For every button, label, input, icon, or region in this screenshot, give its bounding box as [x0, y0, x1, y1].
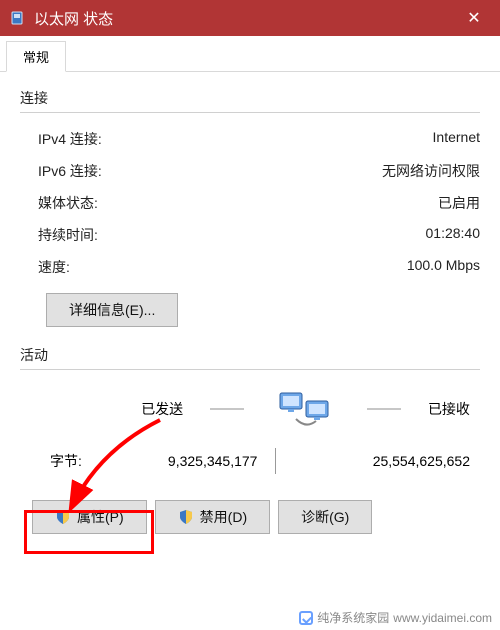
properties-button-label: 属性(P)	[77, 507, 124, 527]
divider	[275, 448, 276, 474]
titlebar: 以太网 状态 ✕	[0, 0, 500, 36]
duration-label: 持续时间:	[38, 225, 98, 245]
row-ipv6: IPv6 连接: 无网络访问权限	[20, 155, 480, 187]
speed-label: 速度:	[38, 257, 70, 277]
disable-button[interactable]: 禁用(D)	[155, 500, 270, 534]
close-icon: ✕	[467, 8, 480, 28]
sent-label: 已发送	[141, 399, 183, 419]
row-speed: 速度: 100.0 Mbps	[20, 251, 480, 283]
ipv6-label: IPv6 连接:	[38, 161, 102, 181]
properties-button[interactable]: 属性(P)	[32, 500, 147, 534]
activity-section-title: 活动	[20, 345, 480, 365]
disable-button-label: 禁用(D)	[200, 507, 247, 527]
ethernet-icon	[8, 9, 26, 27]
dialog-content: 连接 IPv4 连接: Internet IPv6 连接: 无网络访问权限 媒体…	[0, 72, 500, 546]
shield-icon	[55, 509, 71, 525]
media-value: 已启用	[438, 193, 480, 213]
row-ipv4: IPv4 连接: Internet	[20, 123, 480, 155]
bytes-label: 字节:	[50, 451, 82, 471]
activity-header-row: 已发送 已接收	[20, 380, 480, 438]
window-title: 以太网 状态	[34, 8, 452, 29]
network-activity-icon	[272, 384, 340, 434]
duration-value: 01:28:40	[426, 225, 481, 245]
ipv4-value: Internet	[433, 129, 480, 149]
bottom-button-row: 属性(P) 禁用(D) 诊断(G)	[32, 500, 480, 534]
divider	[20, 369, 480, 370]
tab-general[interactable]: 常规	[6, 41, 66, 72]
diagnose-button[interactable]: 诊断(G)	[278, 500, 372, 534]
row-media: 媒体状态: 已启用	[20, 187, 480, 219]
divider	[20, 112, 480, 113]
watermark-url: www.yidaimei.com	[393, 611, 492, 625]
sent-bytes-value: 9,325,345,177	[82, 453, 258, 469]
media-label: 媒体状态:	[38, 193, 98, 213]
watermark-icon	[299, 611, 313, 625]
bytes-row: 字节: 9,325,345,177 25,554,625,652	[20, 438, 480, 484]
watermark-text: 纯净系统家园	[317, 609, 389, 626]
speed-value: 100.0 Mbps	[407, 257, 480, 277]
details-button[interactable]: 详细信息(E)...	[46, 293, 178, 327]
divider	[210, 408, 244, 410]
diagnose-button-label: 诊断(G)	[301, 507, 349, 527]
ipv4-label: IPv4 连接:	[38, 129, 102, 149]
row-duration: 持续时间: 01:28:40	[20, 219, 480, 251]
tab-row: 常规	[0, 36, 500, 72]
details-row: 详细信息(E)...	[46, 293, 480, 327]
shield-icon	[178, 509, 194, 525]
close-button[interactable]: ✕	[452, 0, 496, 36]
received-label: 已接收	[428, 399, 470, 419]
watermark: 纯净系统家园 www.yidaimei.com	[299, 609, 492, 626]
ipv6-value: 无网络访问权限	[382, 161, 480, 181]
received-bytes-value: 25,554,625,652	[294, 453, 470, 469]
divider	[367, 408, 401, 410]
connection-section-title: 连接	[20, 88, 480, 108]
